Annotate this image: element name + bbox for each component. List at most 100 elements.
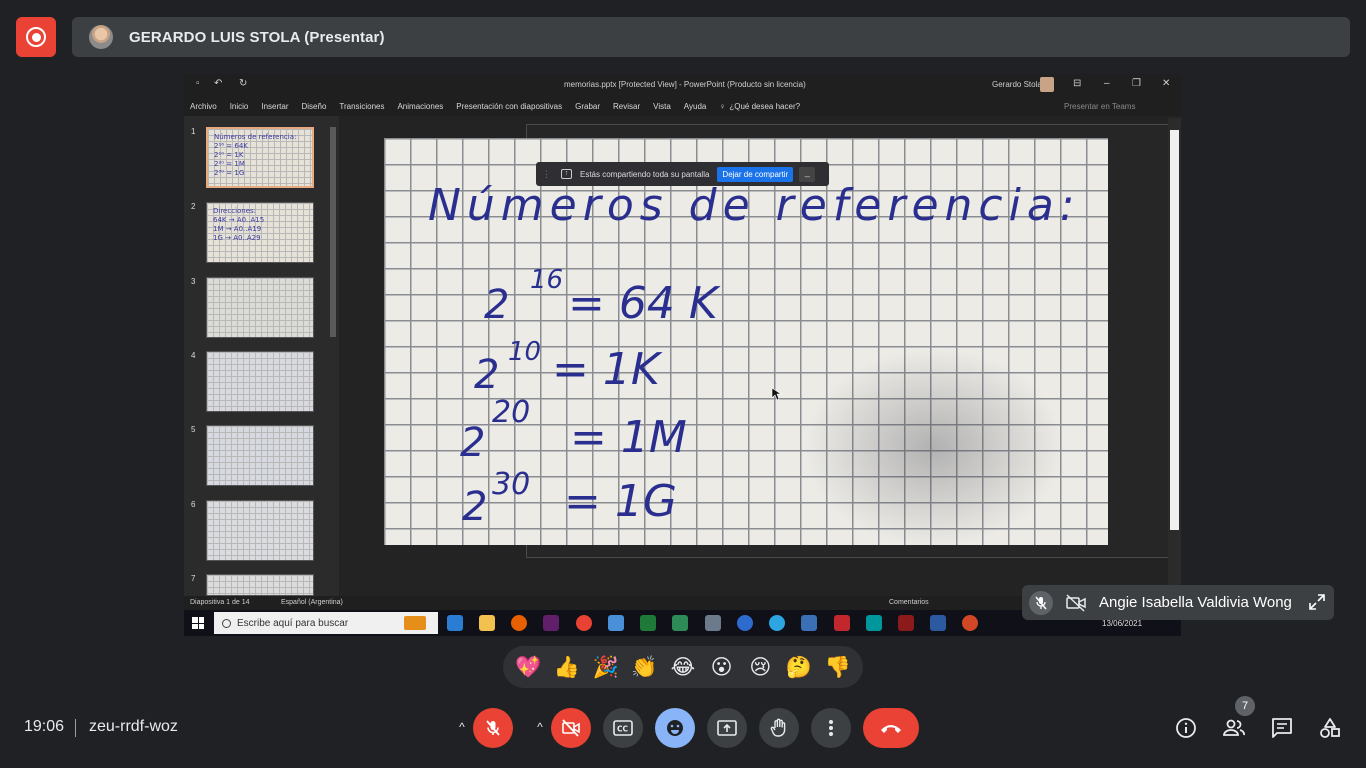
briefcase-icon — [404, 616, 426, 630]
captions-button[interactable]: CC — [603, 708, 643, 748]
presenter-bar[interactable]: GERARDO LUIS STOLA (Presentar) — [72, 17, 1350, 57]
meeting-time: 19:06 — [24, 718, 65, 735]
user-avatar — [1040, 77, 1054, 92]
thumb-number: 6 — [191, 500, 196, 509]
reactions-bar: 💖 👍 🎉 👏 😂 😮 😢 🤔 👎 — [503, 646, 863, 688]
chat-button[interactable] — [1270, 716, 1294, 740]
user-name: Gerardo Stola — [992, 80, 1042, 89]
reaction-clap[interactable]: 👏 — [627, 655, 661, 679]
taskbar-search: Escribe aquí para buscar — [214, 612, 438, 634]
mic-off-icon — [1029, 590, 1053, 615]
menu-diseno: Diseño — [301, 101, 327, 111]
redo-icon: ↻ — [239, 78, 248, 89]
windows-start-icon — [192, 617, 204, 629]
menu-presentacion: Presentación con diapositivas — [456, 101, 563, 111]
save-icon: ▫ — [196, 78, 200, 89]
thumb-number: 4 — [191, 351, 196, 360]
present-screen-button[interactable] — [707, 708, 747, 748]
chat-icon — [1272, 718, 1292, 738]
app-icon — [801, 615, 817, 631]
line-value: = 1G — [564, 476, 677, 527]
expand-icon[interactable] — [1308, 593, 1326, 611]
people-button[interactable] — [1222, 716, 1246, 740]
camera-off-icon — [562, 719, 580, 737]
reaction-sad[interactable]: 😢 — [743, 655, 777, 679]
taskbar-search-placeholder: Escribe aquí para buscar — [237, 617, 349, 629]
more-vert-icon — [829, 720, 833, 736]
share-screen-icon: ↑ — [561, 169, 572, 179]
thumbnail-scrollbar — [329, 119, 337, 591]
mic-toggle-button[interactable] — [473, 708, 513, 748]
reaction-surprised[interactable]: 😮 — [705, 655, 739, 679]
slide-scrollbar — [1168, 118, 1181, 600]
slide-photo: Números de referencia: 2 16 = 64 K 2 10 … — [384, 138, 1108, 545]
ribbon-display-icon: ⊟ — [1073, 78, 1082, 89]
restore-icon: ❐ — [1132, 78, 1141, 89]
reactions-button[interactable] — [655, 708, 695, 748]
powershell-icon — [930, 615, 946, 631]
language-status: Español (Argentina) — [281, 599, 343, 606]
meeting-code: zeu-rrdf-woz — [89, 718, 178, 735]
reaction-thumbs-down[interactable]: 👎 — [821, 655, 855, 679]
closed-captions-icon: CC — [613, 720, 633, 736]
divider — [75, 719, 76, 737]
slide-counter: Diapositiva 1 de 14 — [190, 599, 250, 606]
screen-share-notice: ⋮ ↑ Estás compartiendo toda su pantalla … — [536, 162, 829, 186]
slack-icon — [543, 615, 559, 631]
close-icon: ✕ — [1162, 78, 1171, 89]
end-call-button[interactable] — [863, 708, 919, 748]
recording-button[interactable] — [16, 17, 56, 57]
reaction-thinking[interactable]: 🤔 — [782, 655, 816, 679]
mic-off-icon — [486, 720, 500, 736]
people-count-badge: 7 — [1235, 696, 1255, 716]
presenter-name: GERARDO LUIS STOLA (Presentar) — [129, 28, 385, 46]
svg-text:CC: CC — [617, 725, 629, 734]
activities-icon — [1320, 718, 1340, 738]
raise-hand-button[interactable] — [759, 708, 799, 748]
reaction-heart[interactable]: 💖 — [511, 655, 545, 679]
thumb-number: 5 — [191, 425, 196, 434]
comments-button: Comentarios — [889, 599, 929, 606]
thumb-number: 2 — [191, 202, 196, 211]
app-icon — [737, 615, 753, 631]
audio-options-button[interactable]: ^ — [454, 720, 470, 736]
lightbulb-icon: ♀ — [719, 101, 726, 111]
menu-inicio: Inicio — [229, 101, 249, 111]
mouse-cursor — [771, 387, 782, 401]
camera-toggle-button[interactable] — [551, 708, 591, 748]
reaction-party[interactable]: 🎉 — [589, 655, 623, 679]
more-options-button[interactable] — [811, 708, 851, 748]
line-exponent: 10 — [508, 337, 541, 367]
thumb-number: 1 — [191, 127, 196, 136]
menu-grabar: Grabar — [575, 101, 601, 111]
tell-me-box: ¿Qué desea hacer? — [729, 101, 801, 111]
menu-revisar: Revisar — [613, 101, 641, 111]
smiley-icon — [667, 720, 683, 736]
people-icon — [1223, 719, 1245, 736]
phone-hangup-icon — [881, 725, 901, 733]
line-exponent: 30 — [492, 467, 530, 502]
undo-icon: ↶ — [214, 78, 223, 89]
slide-thumbnail: Direcciones: 64K → A0..A15 1M → A0..A19 … — [206, 202, 314, 263]
search-icon — [222, 618, 231, 628]
app-icon — [898, 615, 914, 631]
drag-handle-icon: ⋮ — [542, 168, 551, 179]
file-explorer-icon — [479, 615, 495, 631]
thumb-text: Direcciones: 64K → A0..A15 1M → A0..A19 … — [213, 207, 265, 242]
slide-thumbnails: 1 Números de referencia: 2¹⁶ = 64K 2¹⁰ =… — [184, 116, 339, 596]
reaction-thumbs-up[interactable]: 👍 — [550, 655, 584, 679]
participant-tile[interactable]: Angie Isabella Valdivia Wong — [1022, 585, 1334, 620]
activities-button[interactable] — [1318, 716, 1342, 740]
reaction-laugh[interactable]: 😂 — [666, 655, 700, 679]
app-icon — [672, 615, 688, 631]
powerpoint-icon — [962, 615, 978, 631]
slide-title: Números de referencia: — [428, 180, 1081, 231]
menu-animaciones: Animaciones — [397, 101, 444, 111]
arduino-icon — [866, 615, 882, 631]
thumb-number: 7 — [191, 574, 196, 583]
hand-icon — [770, 718, 786, 737]
video-options-button[interactable]: ^ — [532, 720, 548, 736]
slide-thumbnail — [206, 277, 314, 338]
meeting-info-button[interactable] — [1174, 716, 1198, 740]
hide-notice-button: _ — [799, 166, 816, 182]
